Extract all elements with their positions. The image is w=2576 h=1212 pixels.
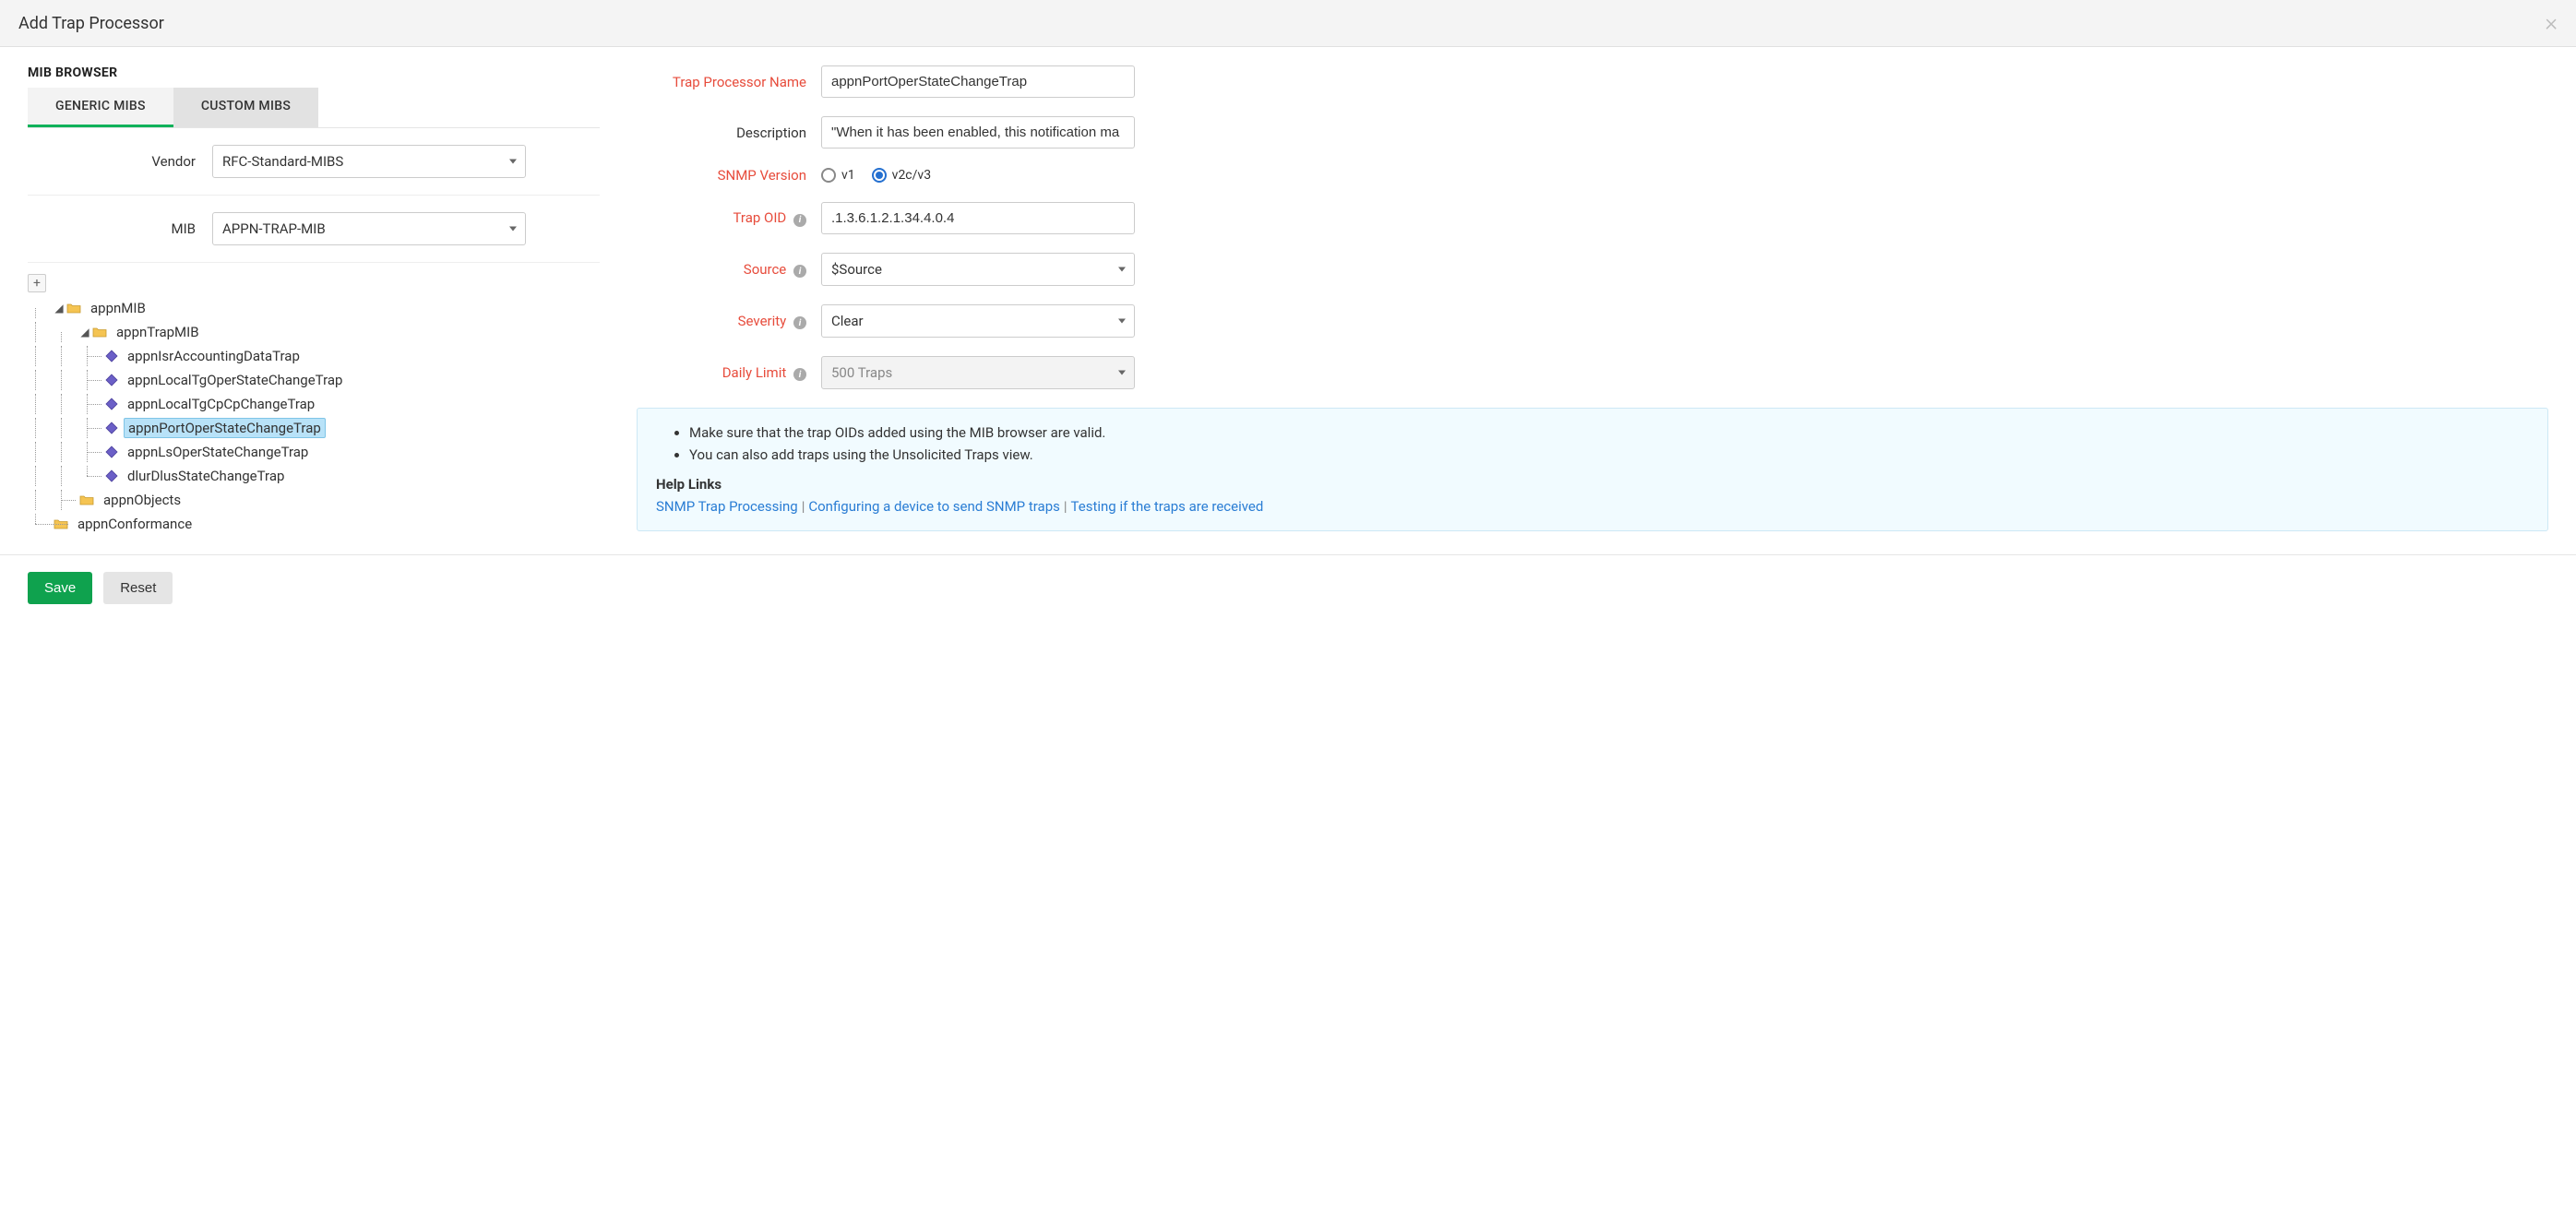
source-select[interactable]: $Source: [821, 253, 1135, 286]
snmp-version-row: SNMP Version v1 v2c/v3: [637, 167, 2548, 184]
reset-button[interactable]: Reset: [103, 572, 173, 604]
info-icon[interactable]: i: [793, 214, 806, 227]
tree-label[interactable]: appnLocalTgOperStateChangeTrap: [124, 371, 346, 389]
radio-label: v2c/v3: [892, 168, 931, 183]
name-label: Trap Processor Name: [637, 74, 821, 90]
tree-leaf[interactable]: appnLsOperStateChangeTrap: [28, 440, 600, 464]
tab-custom-mibs[interactable]: CUSTOM MIBS: [173, 88, 318, 127]
folder-icon: [79, 493, 94, 506]
daily-limit-label: Daily Limit i: [637, 364, 821, 382]
radio-v1[interactable]: v1: [821, 168, 855, 183]
radio-v2c-v3[interactable]: v2c/v3: [872, 168, 931, 183]
info-box: Make sure that the trap OIDs added using…: [637, 408, 2548, 531]
trap-leaf-icon: [105, 422, 118, 434]
tree-node-trap-mib[interactable]: ◢ appnTrapMIB: [28, 320, 600, 344]
modal-body: MIB BROWSER GENERIC MIBS CUSTOM MIBS Ven…: [0, 47, 2576, 554]
vendor-select[interactable]: RFC-Standard-MIBS: [212, 145, 526, 178]
tree-node-conformance[interactable]: appnConformance: [28, 512, 600, 536]
severity-select[interactable]: Clear: [821, 304, 1135, 338]
mib-select[interactable]: APPN-TRAP-MIB: [212, 212, 526, 245]
tree-leaf[interactable]: dlurDlusStateChangeTrap: [28, 464, 600, 488]
trap-oid-input[interactable]: [821, 202, 1135, 234]
mib-label: MIB: [28, 220, 212, 237]
tab-generic-mibs[interactable]: GENERIC MIBS: [28, 88, 173, 127]
tree-toggle-icon[interactable]: ◢: [79, 327, 90, 338]
tree-node-objects[interactable]: appnObjects: [28, 488, 600, 512]
description-row: Description: [637, 116, 2548, 149]
mib-browser-heading: MIB BROWSER: [28, 65, 600, 80]
description-label: Description: [637, 125, 821, 141]
tree-label[interactable]: appnPortOperStateChangeTrap: [124, 418, 326, 438]
tree-label[interactable]: appnConformance: [74, 515, 196, 533]
link-configure-device[interactable]: Configuring a device to send SNMP traps: [808, 498, 1060, 515]
tree-label[interactable]: appnLocalTgCpCpChangeTrap: [124, 395, 318, 413]
radio-icon: [821, 168, 836, 183]
description-input[interactable]: [821, 116, 1135, 149]
snmp-version-label: SNMP Version: [637, 167, 821, 184]
tree-node-root[interactable]: ◢ appnMIB: [28, 296, 600, 320]
tree-label[interactable]: appnMIB: [87, 299, 149, 317]
name-row: Trap Processor Name: [637, 65, 2548, 98]
tree-leaf[interactable]: appnIsrAccountingDataTrap: [28, 344, 600, 368]
mib-row: MIB APPN-TRAP-MIB: [28, 196, 600, 263]
save-button[interactable]: Save: [28, 572, 92, 604]
name-input[interactable]: [821, 65, 1135, 98]
trap-leaf-icon: [105, 446, 118, 458]
mib-tabs: GENERIC MIBS CUSTOM MIBS: [28, 88, 600, 128]
radio-label: v1: [841, 168, 855, 183]
expand-all-button[interactable]: +: [28, 274, 46, 292]
tree-leaf-selected[interactable]: appnPortOperStateChangeTrap: [28, 416, 600, 440]
daily-limit-select[interactable]: 500 Traps: [821, 356, 1135, 389]
info-icon[interactable]: i: [793, 316, 806, 329]
info-bullet: You can also add traps using the Unsolic…: [689, 444, 2529, 466]
severity-row: Severity i Clear: [637, 304, 2548, 338]
radio-icon: [872, 168, 887, 183]
daily-limit-row: Daily Limit i 500 Traps: [637, 356, 2548, 389]
vendor-row: Vendor RFC-Standard-MIBS: [28, 128, 600, 196]
help-links-heading: Help Links: [656, 473, 2529, 495]
info-bullet: Make sure that the trap OIDs added using…: [689, 422, 2529, 444]
link-testing-traps[interactable]: Testing if the traps are received: [1071, 498, 1264, 515]
tree-label[interactable]: appnIsrAccountingDataTrap: [124, 347, 304, 365]
folder-icon: [66, 302, 81, 315]
vendor-label: Vendor: [28, 153, 212, 170]
trap-leaf-icon: [105, 374, 118, 386]
tree-label[interactable]: appnLsOperStateChangeTrap: [124, 443, 312, 461]
close-icon[interactable]: ×: [2545, 11, 2558, 35]
trap-oid-label: Trap OID i: [637, 209, 821, 227]
info-icon[interactable]: i: [793, 368, 806, 381]
tree-label[interactable]: appnTrapMIB: [113, 323, 203, 341]
tree-toggle-icon[interactable]: ◢: [54, 303, 65, 314]
modal-header: Add Trap Processor ×: [0, 0, 2576, 47]
trap-oid-row: Trap OID i: [637, 202, 2548, 234]
folder-icon: [92, 326, 107, 339]
help-links: SNMP Trap Processing|Configuring a devic…: [656, 495, 2529, 517]
link-snmp-trap-processing[interactable]: SNMP Trap Processing: [656, 498, 798, 515]
modal-footer: Save Reset: [0, 554, 2576, 621]
tree-label[interactable]: dlurDlusStateChangeTrap: [124, 467, 288, 485]
tree-leaf[interactable]: appnLocalTgOperStateChangeTrap: [28, 368, 600, 392]
tree-label[interactable]: appnObjects: [100, 491, 185, 509]
trap-leaf-icon: [105, 398, 118, 410]
mib-browser-panel: MIB BROWSER GENERIC MIBS CUSTOM MIBS Ven…: [28, 65, 600, 536]
source-row: Source i $Source: [637, 253, 2548, 286]
mib-tree: + ◢ appnMIB ◢: [28, 263, 600, 536]
trap-leaf-icon: [105, 350, 118, 362]
trap-form-panel: Trap Processor Name Description SNMP Ver…: [637, 65, 2548, 536]
modal-title: Add Trap Processor: [18, 14, 164, 33]
trap-leaf-icon: [105, 469, 118, 482]
severity-label: Severity i: [637, 313, 821, 330]
tree-leaf[interactable]: appnLocalTgCpCpChangeTrap: [28, 392, 600, 416]
info-icon[interactable]: i: [793, 265, 806, 278]
source-label: Source i: [637, 261, 821, 279]
